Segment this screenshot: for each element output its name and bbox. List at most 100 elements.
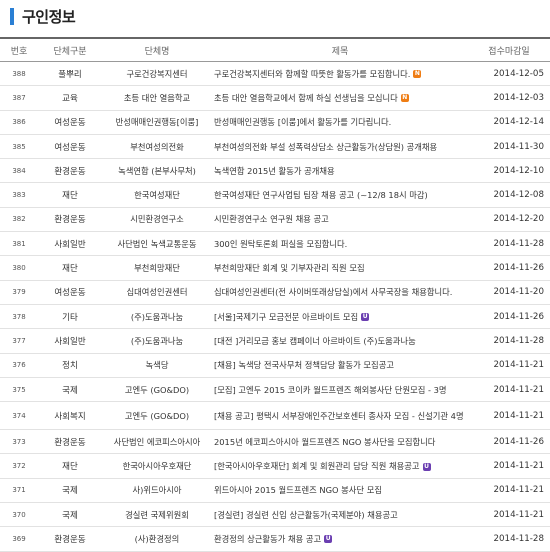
table-row[interactable]: 379 여성운동 십대여성인권센터 십대여성인권센터(전 사이버또래상담실)에서 사무… bbox=[0, 280, 550, 305]
table-row[interactable]: 377 사회일반 (주)도움과나눔 [대전 ]거리모금 홍보 캠페이너 아르바이트 (… bbox=[0, 328, 550, 354]
table-row[interactable]: 374 사회복지 고엔두 (GO&DO) [채용 공고] 평택시 서부장애인주간보호센… bbox=[0, 401, 550, 431]
table-row[interactable]: 382 환경운동 시민환경연구소 시민환경연구소 연구원 채용 공고 2014-12-2… bbox=[0, 207, 550, 233]
table-row[interactable]: 387 교육 초등 대안 열음학교 초등 대안 열음학교에서 함께 하실 선생님을 모… bbox=[0, 85, 550, 111]
cell-number: 379 bbox=[0, 280, 38, 305]
cell-title-link[interactable]: [채용] 녹색당 전국사무처 정책담당 활동가 모집공고 bbox=[212, 353, 468, 378]
cell-deadline-text: 2014-11-20 bbox=[493, 287, 545, 298]
cell-title-link[interactable]: 부천여성의전화 부설 성폭력상담소 상근활동가(상담원) 공개채용 bbox=[212, 134, 468, 160]
cell-title-link-text[interactable]: 위드아시아 2015 월드프렌즈 NGO 봉사단 모집 bbox=[214, 485, 382, 495]
cell-organization: 고엔두 (GO&DO) bbox=[102, 377, 212, 403]
table-row[interactable]: 384 환경운동 녹색연합 (본부사무처) 녹색연합 2015년 활동가 공개채용 20… bbox=[0, 158, 550, 184]
table-row[interactable]: 385 여성운동 부천여성의전화 부천여성의전화 부설 성폭력상담소 상근활동가(상담… bbox=[0, 134, 550, 160]
cell-deadline: 2014-12-08 bbox=[468, 182, 550, 208]
cell-title-link-text[interactable]: 2015년 에코피스아시아 월드프렌즈 NGO 봉사단을 모집합니다 bbox=[214, 437, 435, 447]
cell-number-text: 373 bbox=[12, 437, 26, 446]
cell-title-link-text[interactable]: 한국여성재단 연구사업팀 팀장 채용 공고 (~12/8 18시 마감) bbox=[214, 190, 428, 200]
cell-title-link[interactable]: [한국아시아우호재단] 회계 및 회원관리 담당 직원 채용공고 U bbox=[212, 453, 468, 479]
cell-organization: (주)도움과나눔 bbox=[102, 304, 212, 330]
table-row[interactable]: 380 재단 부천희망재단 부천희망재단 회계 및 기부자관리 직원 모집 2014-1… bbox=[0, 255, 550, 281]
page-title: 구인정보 bbox=[22, 7, 76, 26]
cell-deadline-text: 2014-11-28 bbox=[493, 533, 545, 544]
cell-organization-text: 십대여성인권센터 bbox=[126, 287, 188, 298]
cell-title-link[interactable]: 반성매매인권행동 [이룸]에서 활동가를 기다립니다. bbox=[212, 110, 468, 135]
header-no: 번호 bbox=[0, 37, 38, 62]
cell-title-link[interactable]: [경실련] 경실련 신입 상근활동가(국제분야) 채용공고 bbox=[212, 502, 468, 528]
cell-category: 환경운동 bbox=[38, 526, 102, 552]
cell-title-link-text[interactable]: 반성매매인권행동 [이룸]에서 활동가를 기다립니다. bbox=[214, 117, 391, 127]
table-row[interactable]: 373 환경운동 사단법인 에코피스아시아 2015년 에코피스아시아 월드프렌즈 N… bbox=[0, 429, 550, 455]
cell-organization: 고엔두 (GO&DO) bbox=[102, 401, 212, 431]
cell-number-text: 383 bbox=[12, 191, 26, 200]
cell-organization-text: 녹색당 bbox=[145, 360, 169, 371]
cell-title-link[interactable]: [대전 ]거리모금 홍보 캠페이너 아르바이트 (주)도움과나눔 bbox=[212, 328, 468, 354]
cell-category: 환경운동 bbox=[38, 207, 102, 233]
cell-category-text: 사회일반 bbox=[54, 239, 86, 250]
cell-organization: 구로건강복지센터 bbox=[102, 61, 212, 87]
cell-category-text: 여성운동 bbox=[54, 118, 86, 129]
cell-title-link-text[interactable]: 300인 원탁토론회 퍼실을 모집합니다. bbox=[214, 239, 347, 249]
cell-title-link-text[interactable]: [채용 공고] 평택시 서부장애인주간보호센터 종사자 모집 - 신설기관 4명 bbox=[214, 411, 464, 421]
cell-deadline: 2014-11-28 bbox=[468, 328, 550, 354]
job-table: 번호 단체구분 단체명 제목 접수마감일 388 풀뿌리 구로건강복지센터 구로건강복… bbox=[0, 37, 550, 552]
table-row[interactable]: 386 여성운동 반성매매인권행동[이룸] 반성매매인권행동 [이룸]에서 활동가를 … bbox=[0, 110, 550, 135]
cell-number: 384 bbox=[0, 158, 38, 184]
cell-category: 여성운동 bbox=[38, 134, 102, 160]
cell-number-text: 387 bbox=[12, 93, 26, 102]
cell-title-link-text[interactable]: [모집] 고엔두 2015 코이카 월드프렌즈 해외봉사단 단원모집 - 3명 bbox=[214, 385, 447, 395]
cell-title-link[interactable]: 2015년 에코피스아시아 월드프렌즈 NGO 봉사단을 모집합니다 bbox=[212, 429, 468, 455]
cell-number: 388 bbox=[0, 61, 38, 87]
cell-title-link-text[interactable]: 십대여성인권센터(전 사이버또래상담실)에서 사무국장을 채용합니다. bbox=[214, 287, 452, 297]
cell-title-link[interactable]: 한국여성재단 연구사업팀 팀장 채용 공고 (~12/8 18시 마감) bbox=[212, 182, 468, 208]
cell-category: 사회복지 bbox=[38, 401, 102, 431]
cell-organization-text: 고엔두 (GO&DO) bbox=[124, 384, 190, 395]
cell-deadline: 2014-12-03 bbox=[468, 85, 550, 111]
cell-title-link-text[interactable]: [한국아시아우호재단] 회계 및 회원관리 담당 직원 채용공고 bbox=[214, 461, 420, 471]
cell-number: 381 bbox=[0, 231, 38, 257]
cell-deadline-text: 2014-11-21 bbox=[493, 485, 545, 496]
cell-title-link[interactable]: 초등 대안 열음학교에서 함께 하실 선생님을 모십니다 N bbox=[212, 85, 468, 111]
table-header-row: 번호 단체구분 단체명 제목 접수마감일 bbox=[0, 37, 550, 62]
table-row[interactable]: 383 재단 한국여성재단 한국여성재단 연구사업팀 팀장 채용 공고 (~12/8 … bbox=[0, 182, 550, 208]
cell-title-link[interactable]: 구로건강복지센터와 함께할 따뜻한 활동가를 모집합니다. N bbox=[212, 61, 468, 87]
cell-title-link[interactable]: [모집] 고엔두 2015 코이카 월드프렌즈 해외봉사단 단원모집 - 3명 bbox=[212, 377, 468, 403]
cell-title-link-text[interactable]: 녹색연합 2015년 활동가 공개채용 bbox=[214, 166, 335, 176]
cell-title-link-text[interactable]: 환경정의 상근활동가 채용 공고 bbox=[214, 534, 321, 544]
cell-deadline-text: 2014-11-21 bbox=[493, 360, 545, 371]
cell-title-link[interactable]: 환경정의 상근활동가 채용 공고 U bbox=[212, 526, 468, 552]
cell-title-link-text[interactable]: 초등 대안 열음학교에서 함께 하실 선생님을 모십니다 bbox=[214, 93, 398, 103]
cell-title-link-text[interactable]: [서울]국제기구 모금전문 아르바이트 모집 bbox=[214, 312, 358, 322]
cell-title-link-text[interactable]: [경실련] 경실련 신입 상근활동가(국제분야) 채용공고 bbox=[214, 510, 398, 520]
cell-title-link-text[interactable]: 부천여성의전화 부설 성폭력상담소 상근활동가(상담원) 공개채용 bbox=[214, 142, 437, 152]
cell-title-link[interactable]: [서울]국제기구 모금전문 아르바이트 모집 U bbox=[212, 304, 468, 330]
cell-category: 국제 bbox=[38, 502, 102, 528]
cell-title-link-text[interactable]: 구로건강복지센터와 함께할 따뜻한 활동가를 모집합니다. bbox=[214, 69, 410, 79]
cell-category: 국제 bbox=[38, 478, 102, 504]
cell-title-link-text[interactable]: 부천희망재단 회계 및 기부자관리 직원 모집 bbox=[214, 263, 365, 273]
cell-title-link-text[interactable]: 시민환경연구소 연구원 채용 공고 bbox=[214, 214, 329, 224]
cell-title-link[interactable]: 시민환경연구소 연구원 채용 공고 bbox=[212, 207, 468, 233]
cell-deadline: 2014-12-14 bbox=[468, 110, 550, 135]
cell-title-link-text[interactable]: [대전 ]거리모금 홍보 캠페이너 아르바이트 (주)도움과나눔 bbox=[214, 336, 416, 346]
table-row[interactable]: 371 국제 사)위드아시아 위드아시아 2015 월드프렌즈 NGO 봉사단 모집 2… bbox=[0, 478, 550, 504]
cell-title-link[interactable]: 십대여성인권센터(전 사이버또래상담실)에서 사무국장을 채용합니다. bbox=[212, 280, 468, 305]
cell-title-link[interactable]: 위드아시아 2015 월드프렌즈 NGO 봉사단 모집 bbox=[212, 478, 468, 504]
table-row[interactable]: 369 환경운동 (사)환경정의 환경정의 상근활동가 채용 공고 U 2014-11-2… bbox=[0, 526, 550, 552]
table-row[interactable]: 370 국제 경실련 국제위원회 [경실련] 경실련 신입 상근활동가(국제분야) 채… bbox=[0, 502, 550, 528]
table-row[interactable]: 375 국제 고엔두 (GO&DO) [모집] 고엔두 2015 코이카 월드프렌즈 … bbox=[0, 377, 550, 403]
table-row[interactable]: 388 풀뿌리 구로건강복지센터 구로건강복지센터와 함께할 따뜻한 활동가를 모집합… bbox=[0, 61, 550, 87]
cell-deadline-text: 2014-12-10 bbox=[493, 165, 545, 176]
table-row[interactable]: 378 기타 (주)도움과나눔 [서울]국제기구 모금전문 아르바이트 모집 U 2014… bbox=[0, 304, 550, 330]
cell-title-link[interactable]: [채용 공고] 평택시 서부장애인주간보호센터 종사자 모집 - 신설기관 4명 bbox=[212, 401, 468, 431]
cell-title-link[interactable]: 300인 원탁토론회 퍼실을 모집합니다. bbox=[212, 231, 468, 257]
cell-title-link[interactable]: 부천희망재단 회계 및 기부자관리 직원 모집 bbox=[212, 255, 468, 281]
cell-deadline-text: 2014-11-26 bbox=[493, 311, 545, 322]
table-row[interactable]: 372 재단 한국아시아우호재단 [한국아시아우호재단] 회계 및 회원관리 담당 직… bbox=[0, 453, 550, 479]
cell-title-link[interactable]: 녹색연합 2015년 활동가 공개채용 bbox=[212, 158, 468, 184]
cell-organization-text: 초등 대안 열음학교 bbox=[123, 92, 191, 103]
cell-organization: 녹색연합 (본부사무처) bbox=[102, 158, 212, 184]
cell-title-link-text[interactable]: [채용] 녹색당 전국사무처 정책담당 활동가 모집공고 bbox=[214, 360, 394, 370]
table-row[interactable]: 376 정치 녹색당 [채용] 녹색당 전국사무처 정책담당 활동가 모집공고 2014… bbox=[0, 353, 550, 378]
cell-deadline: 2014-11-28 bbox=[468, 526, 550, 552]
cell-number-text: 381 bbox=[12, 239, 26, 248]
table-row[interactable]: 381 사회일반 사단법인 녹색교통운동 300인 원탁토론회 퍼실을 모집합니다. 2… bbox=[0, 231, 550, 257]
